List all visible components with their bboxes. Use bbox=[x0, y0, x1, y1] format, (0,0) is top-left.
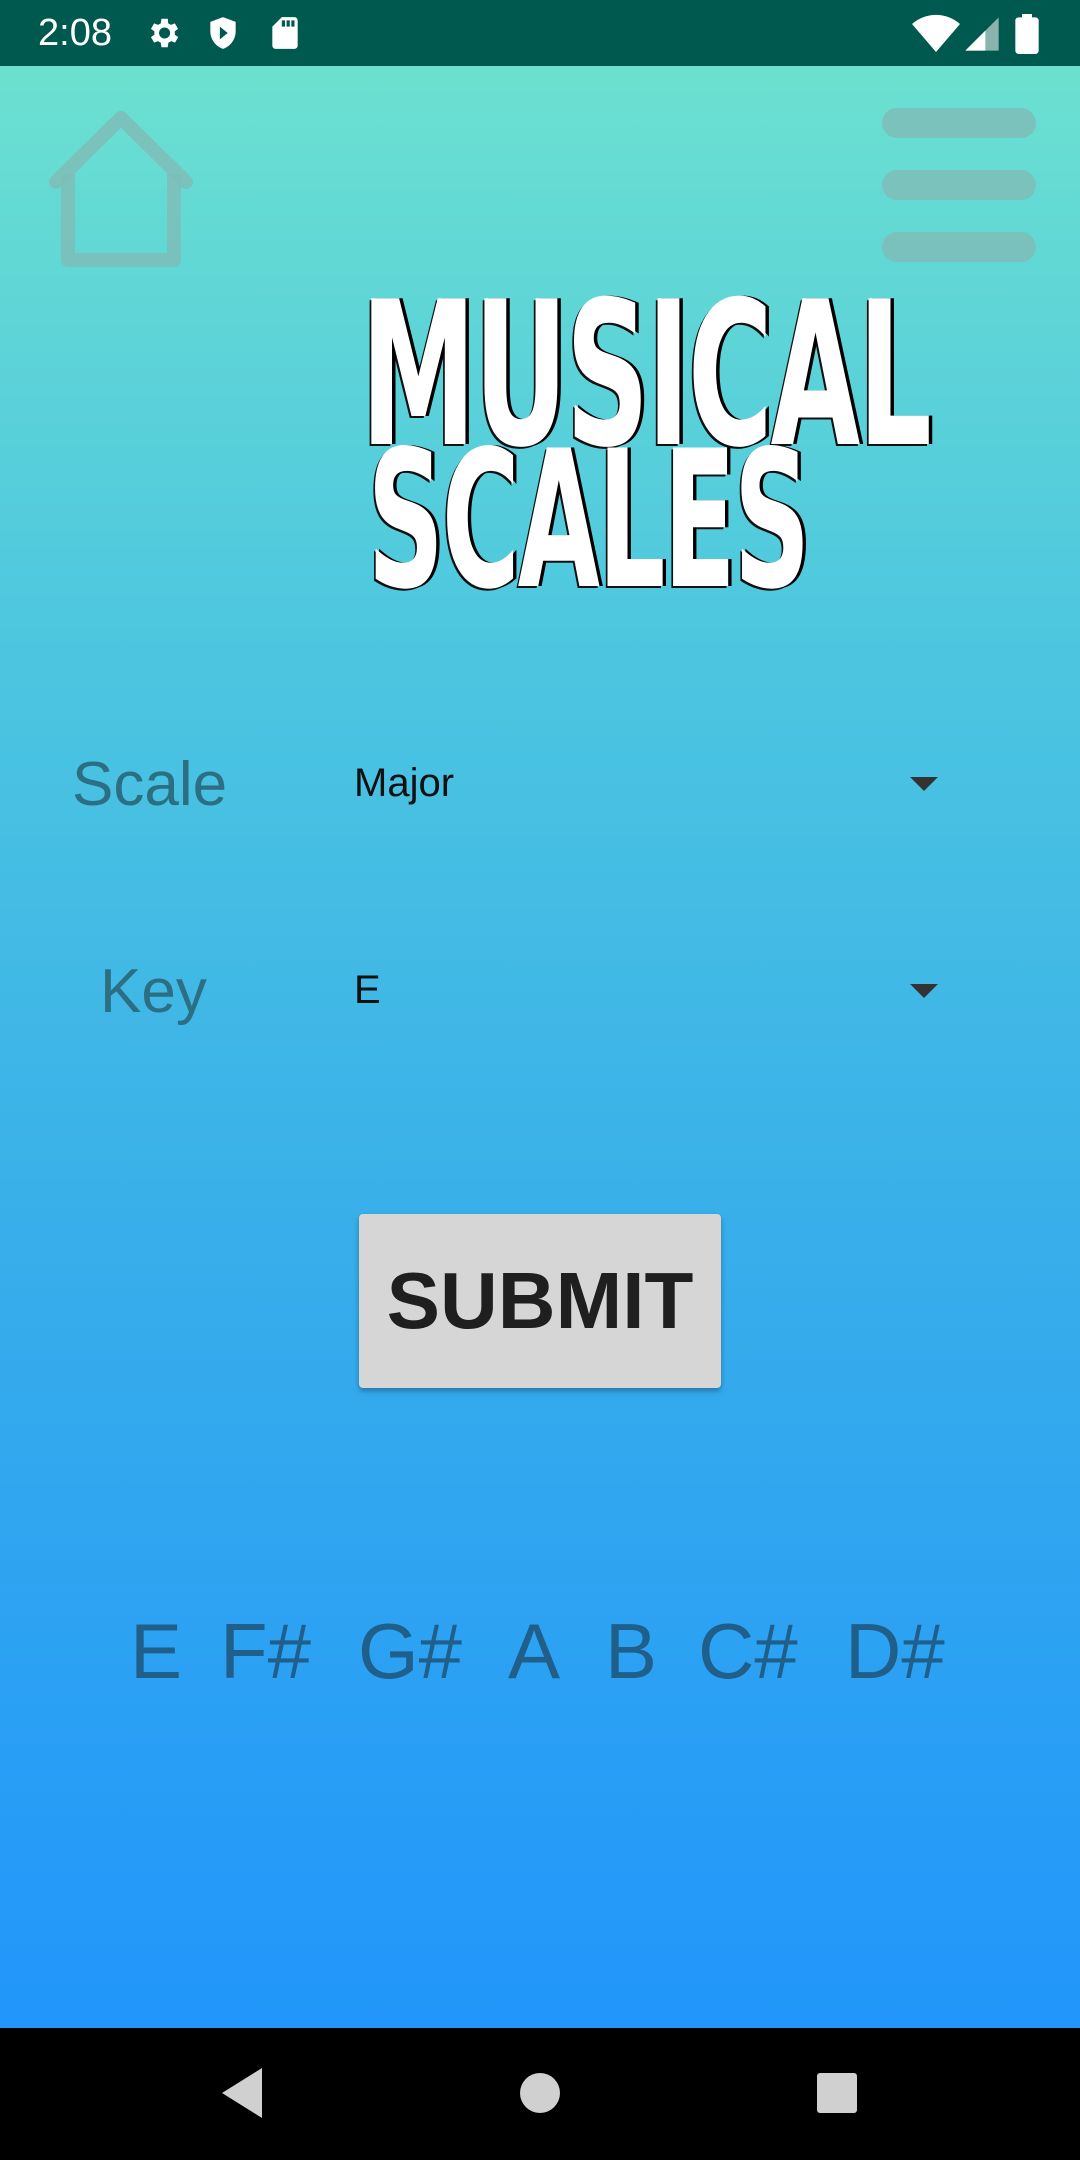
scale-label: Scale bbox=[72, 750, 228, 819]
signal-icon bbox=[965, 17, 999, 51]
shield-icon bbox=[210, 17, 236, 49]
system-nav-bar bbox=[0, 2028, 1080, 2160]
app-logo: MUSICAL SCALES bbox=[220, 276, 932, 631]
key-label: Key bbox=[100, 957, 207, 1026]
scale-note: C# bbox=[698, 1607, 798, 1695]
settings-icon bbox=[150, 18, 179, 48]
status-time: 2:08 bbox=[38, 12, 112, 54]
scale-selected-value: Major bbox=[354, 761, 455, 805]
scale-note: B bbox=[605, 1607, 658, 1695]
scale-note: F# bbox=[220, 1607, 312, 1695]
app-screen: MUSICAL SCALES Scale Major Key E SUBMIT … bbox=[0, 66, 1080, 2028]
home-icon[interactable] bbox=[38, 108, 204, 274]
menu-bar-line bbox=[882, 108, 1036, 138]
chevron-down-icon bbox=[910, 984, 938, 998]
scale-dropdown[interactable]: Major bbox=[330, 737, 950, 833]
key-dropdown[interactable]: E bbox=[330, 944, 950, 1040]
hamburger-menu-icon[interactable] bbox=[880, 108, 1038, 266]
home-circle-icon[interactable] bbox=[518, 2064, 562, 2122]
scale-note: D# bbox=[845, 1607, 945, 1695]
chevron-down-icon bbox=[910, 777, 938, 791]
submit-button[interactable]: SUBMIT bbox=[359, 1214, 721, 1388]
status-bar: 2:08 bbox=[0, 0, 1080, 66]
key-selected-value: E bbox=[354, 968, 381, 1012]
scale-note: G# bbox=[358, 1607, 463, 1695]
scale-note: A bbox=[508, 1607, 561, 1695]
menu-bar-line bbox=[882, 232, 1036, 262]
battery-icon bbox=[1015, 14, 1039, 54]
back-icon[interactable] bbox=[218, 2064, 266, 2122]
wifi-icon bbox=[912, 14, 960, 53]
menu-bar-line bbox=[882, 170, 1036, 200]
recents-icon[interactable] bbox=[815, 2064, 859, 2122]
scale-note: E bbox=[130, 1607, 183, 1695]
scale-notes: E F# G# A B C# D# bbox=[0, 1596, 1080, 1706]
sd-card-icon bbox=[272, 17, 298, 49]
logo-line-2: SCALES bbox=[367, 410, 810, 631]
